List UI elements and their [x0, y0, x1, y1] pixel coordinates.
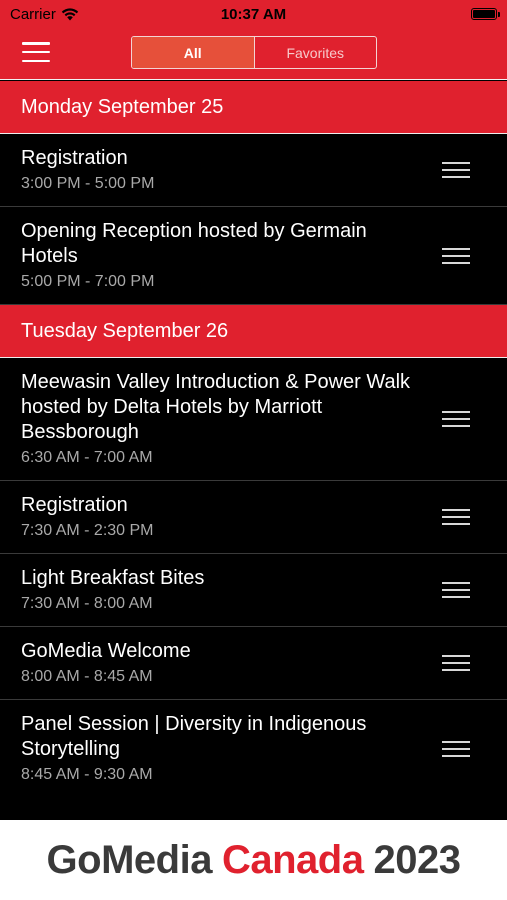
item-title: Registration: [21, 147, 128, 169]
item-time: 8:45 AM - 9:30 AM: [21, 766, 153, 783]
reorder-handle-icon[interactable]: [442, 411, 470, 427]
nav-bar: All Favorites: [0, 28, 507, 80]
list-item[interactable]: Registration 3:00 PM - 5:00 PM: [0, 134, 507, 207]
carrier-label: Carrier: [10, 5, 56, 23]
list-item[interactable]: Registration 7:30 AM - 2:30 PM: [0, 481, 507, 554]
reorder-handle-icon[interactable]: [442, 162, 470, 178]
footer-year: 2023: [373, 837, 461, 882]
status-left: Carrier: [10, 6, 79, 23]
section-header: Tuesday September 26: [0, 305, 507, 358]
footer-banner: GoMedia Canada 2023: [0, 820, 507, 900]
item-time: 6:30 AM - 7:00 AM: [21, 449, 153, 466]
item-title: GoMedia Welcome: [21, 640, 191, 662]
reorder-handle-icon[interactable]: [442, 247, 470, 264]
wifi-icon: [61, 7, 79, 20]
item-time: 5:00 PM - 7:00 PM: [21, 273, 155, 290]
filter-segmented-control: All Favorites: [131, 36, 377, 69]
list-item[interactable]: Panel Session | Diversity in Indigenous …: [0, 700, 507, 797]
item-time: 3:00 PM - 5:00 PM: [21, 175, 155, 192]
battery-level: [473, 10, 495, 18]
list-item[interactable]: Opening Reception hosted by Germain Hote…: [0, 207, 507, 305]
status-bar: Carrier 10:37 AM: [0, 0, 507, 28]
footer-country-word: Canada: [221, 837, 364, 882]
item-time: 8:00 AM - 8:45 AM: [21, 668, 153, 685]
list-item[interactable]: GoMedia Welcome 8:00 AM - 8:45 AM: [0, 627, 507, 700]
reorder-handle-icon[interactable]: [442, 655, 470, 671]
battery-icon: [471, 8, 500, 20]
status-time: 10:37 AM: [220, 5, 287, 23]
item-time: 7:30 AM - 8:00 AM: [21, 595, 153, 612]
section-header: Monday September 25: [0, 81, 507, 134]
item-title: Panel Session | Diversity in Indigenous …: [21, 713, 367, 760]
schedule-list[interactable]: Monday September 25 Registration 3:00 PM…: [0, 81, 507, 797]
segment-all[interactable]: All: [132, 37, 255, 68]
item-title: Meewasin Valley Introduction & Power Wal…: [21, 371, 411, 443]
item-title: Light Breakfast Bites: [21, 567, 205, 589]
item-title: Opening Reception hosted by Germain Hote…: [21, 220, 367, 267]
reorder-handle-icon[interactable]: [442, 509, 470, 525]
item-time: 7:30 AM - 2:30 PM: [21, 522, 154, 539]
footer-brand-word: GoMedia: [46, 837, 213, 882]
reorder-handle-icon[interactable]: [442, 582, 470, 598]
hamburger-menu-icon[interactable]: [22, 42, 50, 62]
item-title: Registration: [21, 494, 128, 516]
list-item[interactable]: Light Breakfast Bites 7:30 AM - 8:00 AM: [0, 554, 507, 627]
list-item[interactable]: Meewasin Valley Introduction & Power Wal…: [0, 358, 507, 481]
segment-favorites[interactable]: Favorites: [255, 37, 377, 68]
reorder-handle-icon[interactable]: [442, 740, 470, 757]
